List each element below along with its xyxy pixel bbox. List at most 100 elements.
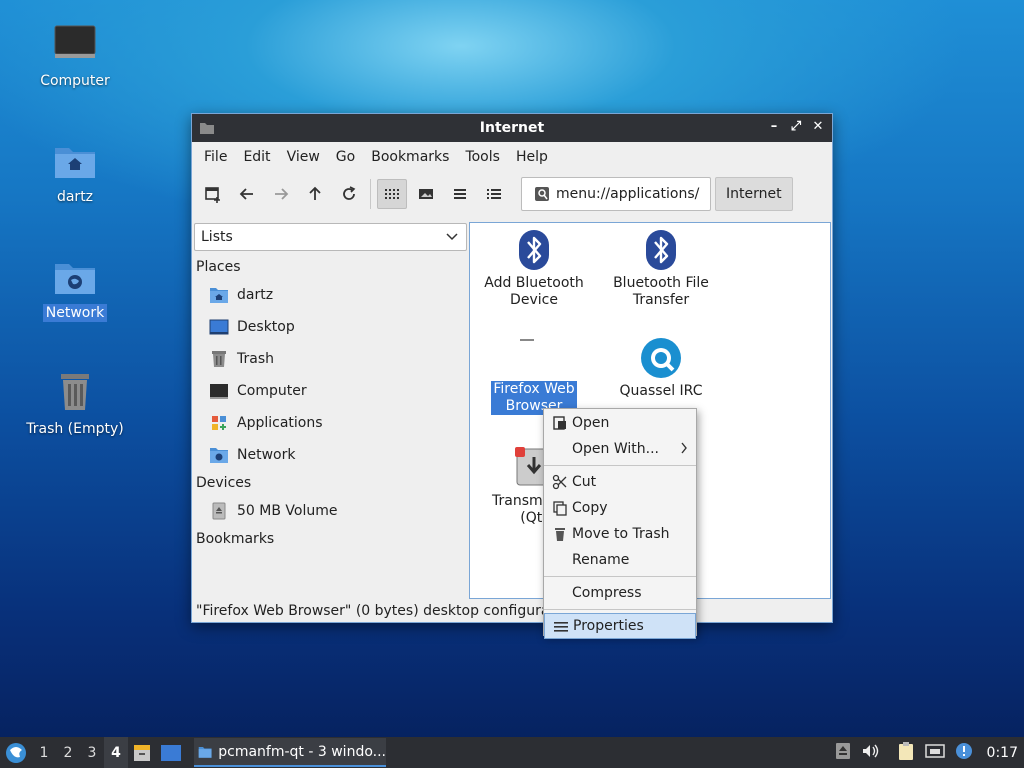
start-menu-button[interactable] xyxy=(0,737,32,768)
sidebar-item-label: Applications xyxy=(237,415,323,431)
context-item-properties[interactable]: Properties xyxy=(544,613,696,639)
workspace-2[interactable]: 2 xyxy=(56,737,80,768)
file-cabinet-icon xyxy=(134,744,150,761)
desktop-icon-trash[interactable]: Trash (Empty) xyxy=(20,370,130,438)
workspace-4[interactable]: 4 xyxy=(104,737,128,768)
new-tab-icon xyxy=(205,187,220,203)
menu-go[interactable]: Go xyxy=(328,149,363,165)
sidebar-item-applications[interactable]: Applications xyxy=(193,407,468,439)
desktop-icon-computer[interactable]: Computer xyxy=(20,22,130,90)
context-item-label: Copy xyxy=(572,500,608,516)
grid-icon xyxy=(385,189,399,199)
context-item-move-to-trash[interactable]: Move to Trash xyxy=(544,521,696,547)
lxqt-logo-icon xyxy=(6,742,26,763)
devices-heading: Devices xyxy=(196,475,252,491)
context-item-cut[interactable]: Cut xyxy=(544,469,696,495)
speaker-icon xyxy=(862,744,878,757)
side-pane-mode-select[interactable]: Lists xyxy=(194,223,467,251)
context-item-copy[interactable]: Copy xyxy=(544,495,696,521)
back-button[interactable] xyxy=(232,179,262,209)
side-pane-mode-value: Lists xyxy=(201,229,233,245)
volume-tray-icon[interactable] xyxy=(861,742,879,764)
desktop-icon-label: Trash (Empty) xyxy=(26,421,124,437)
context-item-label: Rename xyxy=(572,552,630,568)
chevron-down-icon xyxy=(446,233,458,241)
sidebar-item-label: Desktop xyxy=(237,319,295,335)
reload-button[interactable] xyxy=(334,179,364,209)
folder-icon xyxy=(199,120,215,140)
system-tray: 0:17 xyxy=(835,737,1024,768)
file-name: Quassel IRC xyxy=(619,383,703,399)
location-icon xyxy=(535,187,549,201)
desktop-icon-label: Network xyxy=(42,304,108,322)
sidebar-item-trash[interactable]: Trash xyxy=(193,343,468,375)
new-tab-button[interactable] xyxy=(198,179,228,209)
network-folder-icon xyxy=(55,264,95,294)
desktop-icon-label: Computer xyxy=(40,73,110,89)
clock[interactable]: 0:17 xyxy=(987,745,1018,761)
trash-icon xyxy=(212,351,226,367)
network-folder-icon xyxy=(210,448,228,463)
trash-icon xyxy=(555,528,565,541)
menu-help[interactable]: Help xyxy=(508,149,556,165)
file-item-firefox[interactable]: Firefox Web Browser xyxy=(474,333,594,420)
context-item-open[interactable]: Open xyxy=(544,410,696,436)
workspace-1[interactable]: 1 xyxy=(32,737,56,768)
toolbar: menu://applications/ Internet xyxy=(192,172,832,216)
clipboard-tray-icon[interactable] xyxy=(897,741,915,765)
context-item-compress[interactable]: Compress xyxy=(544,580,696,606)
sidebar-item-label: Network xyxy=(237,447,296,463)
file-manager-window: Internet – ⤢ ✕ File Edit View Go Bookmar… xyxy=(191,113,833,623)
context-item-rename[interactable]: Rename xyxy=(544,547,696,573)
window-titlebar[interactable]: Internet – ⤢ ✕ xyxy=(192,114,832,142)
network-tray-icon[interactable] xyxy=(924,742,945,764)
up-button[interactable] xyxy=(300,179,330,209)
context-item-label: Properties xyxy=(573,618,644,634)
eject-tray-icon[interactable] xyxy=(835,742,851,764)
sidebar-item-volume[interactable]: 50 MB Volume xyxy=(193,495,468,527)
context-separator xyxy=(544,576,696,577)
task-pcmanfm[interactable]: pcmanfm-qt - 3 windo... xyxy=(194,738,386,767)
menu-bookmarks[interactable]: Bookmarks xyxy=(363,149,457,165)
close-icon[interactable]: ✕ xyxy=(810,119,826,135)
window-title: Internet xyxy=(479,120,545,136)
desktop-icon-dartz[interactable]: dartz xyxy=(20,138,130,206)
address-bar[interactable]: menu://applications/ xyxy=(521,177,711,211)
context-item-label: Move to Trash xyxy=(572,526,670,542)
sidebar-item-computer[interactable]: Computer xyxy=(193,375,468,407)
icon-view-button[interactable] xyxy=(377,179,407,209)
file-item-add-bluetooth[interactable]: Add Bluetooth Device xyxy=(474,229,594,309)
sidebar-item-desktop[interactable]: Desktop xyxy=(193,311,468,343)
menu-file[interactable]: File xyxy=(196,149,235,165)
sidebar-item-network[interactable]: Network xyxy=(193,439,468,471)
open-icon xyxy=(553,416,566,430)
desktop-icon-network[interactable]: Network xyxy=(20,254,130,322)
menu-view[interactable]: View xyxy=(279,149,328,165)
forward-button[interactable] xyxy=(266,179,296,209)
maximize-icon[interactable]: ⤢ xyxy=(788,119,804,135)
breadcrumb-internet[interactable]: Internet xyxy=(715,177,793,211)
show-desktop-launcher[interactable] xyxy=(156,737,186,768)
notification-tray-icon[interactable] xyxy=(955,742,973,764)
sidebar-item-dartz[interactable]: dartz xyxy=(193,279,468,311)
menubar: File Edit View Go Bookmarks Tools Help xyxy=(192,142,832,172)
workspace-3[interactable]: 3 xyxy=(80,737,104,768)
menu-edit[interactable]: Edit xyxy=(235,149,278,165)
minimize-icon[interactable]: – xyxy=(766,119,782,135)
chevron-right-icon xyxy=(681,442,687,454)
menu-tools[interactable]: Tools xyxy=(457,149,508,165)
context-item-open-with[interactable]: Open With... xyxy=(544,436,696,462)
thumbnail-view-button[interactable] xyxy=(411,179,441,209)
context-menu: Open Open With... Cut Copy Move to Trash… xyxy=(543,408,697,639)
compact-view-button[interactable] xyxy=(445,179,475,209)
context-item-label: Open With... xyxy=(572,441,659,457)
file-item-bluetooth-transfer[interactable]: Bluetooth File Transfer xyxy=(601,229,721,309)
arrow-right-icon xyxy=(275,188,289,200)
detailed-view-button[interactable] xyxy=(479,179,509,209)
file-item-quassel[interactable]: Quassel IRC xyxy=(601,337,721,400)
home-folder-icon xyxy=(55,148,95,178)
context-item-label: Cut xyxy=(572,474,597,490)
drive-eject-icon xyxy=(835,742,850,759)
task-label: pcmanfm-qt - 3 windo... xyxy=(218,743,386,760)
file-manager-launcher[interactable] xyxy=(128,737,156,768)
